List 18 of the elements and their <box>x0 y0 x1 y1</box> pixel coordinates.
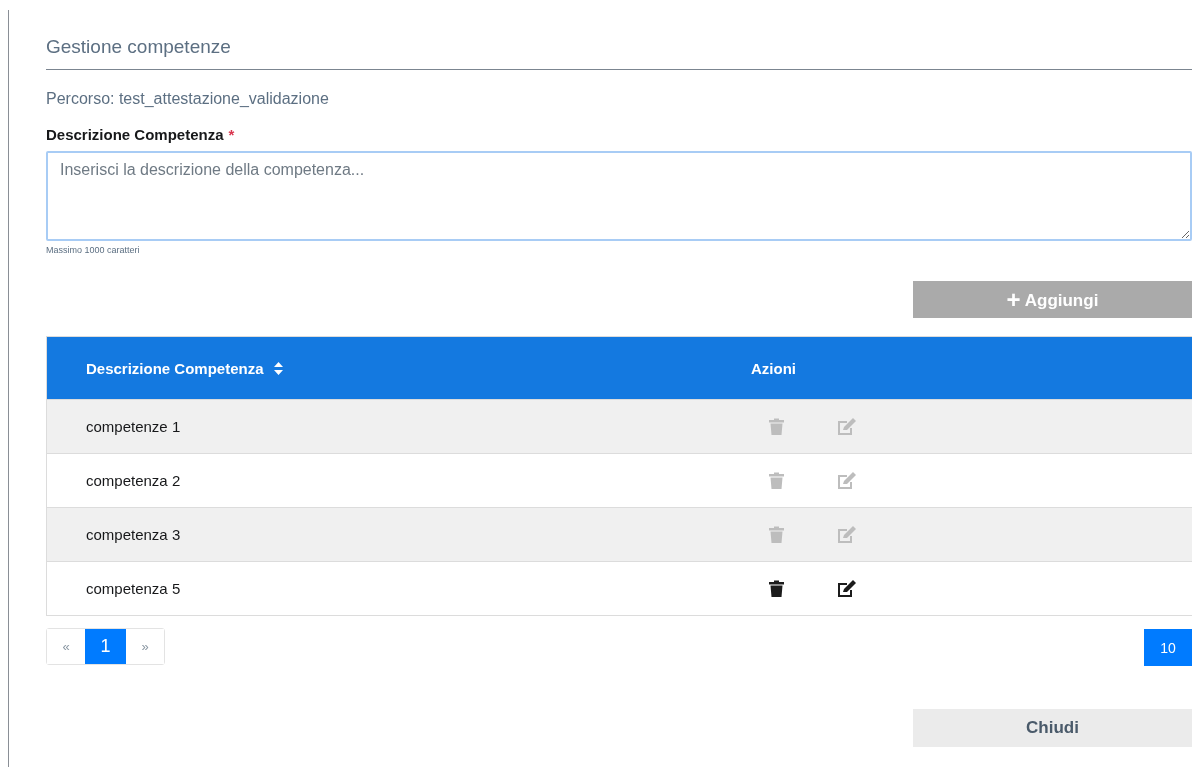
dialog-title: Gestione competenze <box>46 36 232 58</box>
table-cell: competenze 1 <box>86 418 181 435</box>
required-mark: * <box>228 126 235 143</box>
table-cell: competenza 3 <box>86 526 181 543</box>
sort-icon[interactable] <box>273 361 283 375</box>
table-cell: competenza 5 <box>86 580 181 597</box>
page-button[interactable]: 1 <box>85 629 126 664</box>
trash-icon[interactable] <box>768 580 785 597</box>
column-header[interactable]: Descrizione Competenza <box>86 359 264 377</box>
page-size-button[interactable]: 10 <box>1144 629 1192 666</box>
path-text: Percorso: test_attestazione_validazione <box>46 90 330 108</box>
hint-text: Massimo 1000 caratteri <box>46 245 141 255</box>
table-cell: competenza 2 <box>86 472 181 489</box>
close-button[interactable]: Chiudi <box>913 709 1192 747</box>
description-field[interactable]: Inserisci la descrizione della competenza... <box>46 151 1192 241</box>
field-label: Descrizione Competenza <box>46 126 224 143</box>
column-header: Azioni <box>751 359 796 377</box>
edit-icon[interactable] <box>837 580 857 597</box>
